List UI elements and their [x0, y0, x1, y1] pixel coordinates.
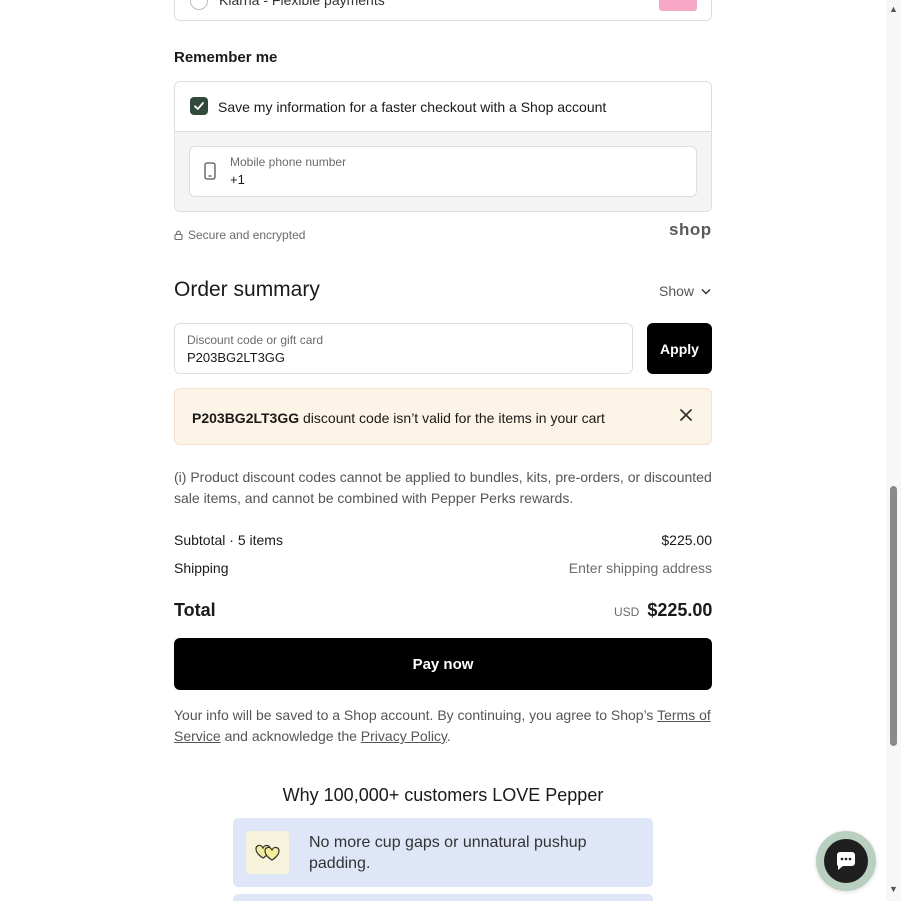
feature-card	[233, 894, 653, 901]
phone-value[interactable]: +1	[230, 172, 245, 187]
scrollbar[interactable]: ▲ ▼	[886, 0, 901, 901]
toggle-label: Show	[659, 283, 695, 299]
discount-note: (i) Product discount codes cannot be app…	[174, 469, 712, 506]
legal-text: Your info will be saved to a Shop accoun…	[174, 705, 714, 747]
remember-me-title: Remember me	[174, 49, 278, 66]
secure-text: Secure and encrypted	[188, 228, 306, 242]
subtotal-value: $225.00	[661, 532, 712, 548]
save-info-label: Save my information for a faster checkou…	[218, 99, 607, 115]
legal-suffix: .	[446, 728, 451, 744]
scroll-thumb[interactable]	[890, 486, 897, 746]
phone-label: Mobile phone number	[230, 155, 347, 169]
total-amount: $225.00	[647, 600, 713, 620]
close-icon[interactable]	[679, 408, 693, 422]
remember-me-box: Save my information for a faster checkou…	[174, 81, 712, 212]
legal-prefix: Your info will be saved to a Shop accoun…	[174, 707, 658, 723]
save-info-checkbox[interactable]	[190, 97, 208, 115]
total-label: Total	[174, 600, 216, 620]
discount-value[interactable]: P203BG2LT3GG	[187, 350, 285, 365]
subtotal-row: Subtotal · 5 items $225.00	[174, 532, 712, 548]
pay-now-button[interactable]: Pay now	[174, 638, 712, 690]
error-code: P203BG2LT3GG	[192, 410, 300, 426]
hearts-icon	[246, 831, 289, 874]
total-value-group: USD $225.00	[614, 600, 712, 621]
apply-button[interactable]: Apply	[647, 323, 712, 374]
shipping-value: Enter shipping address	[568, 560, 712, 576]
secure-note: Secure and encrypted	[174, 228, 305, 242]
payment-radio[interactable]	[190, 0, 208, 10]
chat-button[interactable]	[816, 831, 876, 891]
subtotal-label: Subtotal · 5 items	[174, 532, 283, 548]
order-summary-toggle[interactable]: Show	[659, 283, 711, 299]
scroll-up-arrow[interactable]: ▲	[889, 4, 898, 14]
order-summary-title: Order summary	[174, 278, 320, 301]
why-title: Why 100,000+ customers LOVE Pepper	[282, 785, 604, 805]
check-icon	[194, 102, 204, 110]
shipping-row: Shipping Enter shipping address	[174, 560, 712, 576]
discount-code-field[interactable]: Discount code or gift card P203BG2LT3GG	[174, 323, 633, 374]
lock-icon	[174, 230, 183, 240]
mobile-phone-field[interactable]: Mobile phone number +1	[189, 146, 697, 197]
legal-middle: and acknowledge the	[220, 728, 361, 744]
chevron-down-icon	[701, 288, 711, 295]
feature-text: No more cup gaps or unnatural pushup pad…	[309, 834, 587, 872]
shipping-label: Shipping	[174, 560, 229, 576]
phone-icon	[204, 162, 216, 180]
feature-card: No more cup gaps or unnatural pushup pad…	[233, 818, 653, 887]
payment-option-klarna[interactable]: Klarna - Flexible payments	[174, 0, 712, 21]
discount-error-banner: P203BG2LT3GG discount code isn’t valid f…	[174, 388, 712, 445]
total-currency: USD	[614, 605, 640, 619]
save-info-row[interactable]: Save my information for a faster checkou…	[175, 82, 711, 132]
klarna-logo	[659, 0, 697, 11]
error-text: discount code isn’t valid for the items …	[299, 410, 605, 426]
chat-icon	[836, 852, 855, 870]
discount-label: Discount code or gift card	[187, 333, 324, 347]
privacy-policy-link[interactable]: Privacy Policy	[361, 728, 447, 744]
scroll-down-arrow[interactable]: ▼	[889, 884, 898, 894]
error-message: P203BG2LT3GG discount code isn’t valid f…	[192, 410, 605, 426]
payment-option-label: Klarna - Flexible payments	[219, 0, 385, 8]
shop-logo: shop	[669, 220, 712, 239]
